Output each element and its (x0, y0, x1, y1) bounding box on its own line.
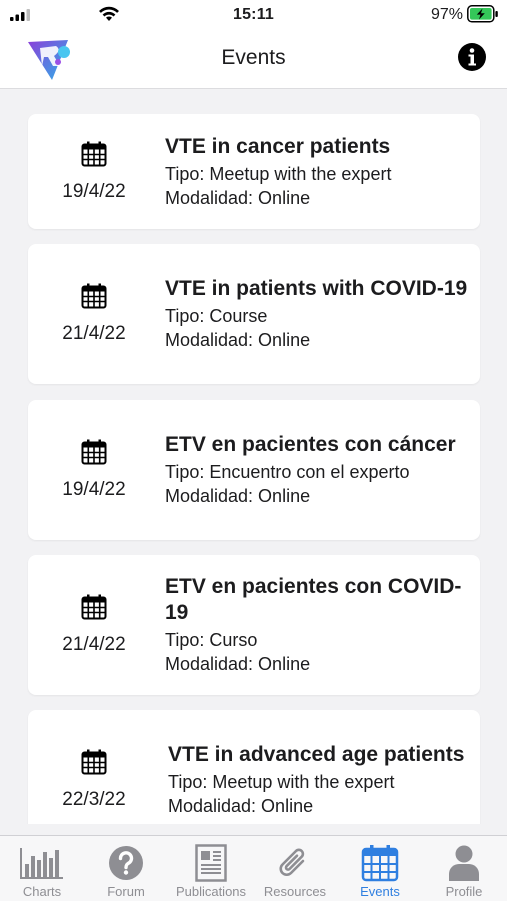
event-mode: Modalidad: Online (165, 330, 311, 350)
event-date: 19/4/22 (62, 479, 126, 500)
event-date-column: 19/4/22 (28, 114, 160, 229)
navigation-bar: Events (0, 32, 507, 89)
tab-label: Events (360, 884, 400, 899)
calendar-icon (81, 594, 107, 620)
event-type: Tipo: Course (165, 306, 268, 326)
calendar-icon (81, 141, 107, 166)
event-date: 22/3/22 (62, 789, 126, 810)
tab-charts[interactable]: Charts (0, 836, 84, 901)
event-mode: Modalidad: Online (165, 187, 311, 208)
event-title: ETV en pacientes con cáncer (165, 433, 456, 456)
battery-percentage: 97% (430, 6, 463, 23)
event-title: VTE in patients with COVID-19 (165, 277, 468, 300)
events-list[interactable]: 19/4/22 VTE in cancer patients Tipo: Mee… (0, 89, 507, 824)
event-card[interactable]: 21/4/22 ETV en pacientes con COVID-19 Ti… (28, 555, 480, 695)
paperclip-icon (279, 848, 305, 876)
tab-label: Publications (175, 884, 247, 899)
event-info: VTE in advanced age patients Tipo: Meetu… (168, 710, 472, 824)
event-date: 21/4/22 (62, 323, 126, 344)
event-date-column: 21/4/22 (28, 555, 160, 695)
event-type: Tipo: Meetup with the expert (168, 772, 395, 792)
tab-events[interactable]: Events (338, 836, 422, 901)
calendar-icon (361, 845, 399, 882)
event-info: VTE in patients with COVID-19 Tipo: Cour… (165, 244, 472, 384)
event-type: Tipo: Curso (165, 630, 258, 650)
event-info: VTE in cancer patients Tipo: Meetup with… (165, 114, 472, 229)
tab-label: Charts (22, 884, 62, 899)
question-icon (109, 846, 143, 880)
info-icon[interactable] (457, 42, 487, 72)
event-mode: Modalidad: Online (165, 654, 311, 674)
event-date: 19/4/22 (62, 180, 126, 202)
status-bar: 15:11 97% (0, 0, 507, 32)
event-type: Tipo: Encuentro con el experto (165, 462, 410, 482)
event-date-column: 21/4/22 (28, 244, 160, 384)
event-title: VTE in advanced age patients (168, 743, 465, 766)
event-card[interactable]: 22/3/22 VTE in advanced age patients Tip… (28, 710, 480, 824)
tab-resources[interactable]: Resources (253, 836, 337, 901)
document-icon (195, 844, 227, 882)
event-title: VTE in cancer patients (165, 134, 391, 158)
tab-label: Forum (107, 884, 145, 899)
event-date: 21/4/22 (62, 634, 126, 655)
event-card[interactable]: 19/4/22 ETV en pacientes con cáncer Tipo… (28, 400, 480, 540)
event-mode: Modalidad: Online (165, 486, 311, 506)
tab-profile[interactable]: Profile (422, 836, 506, 901)
event-title: ETV en pacientes con COVID-19 (165, 575, 462, 624)
calendar-icon (81, 749, 107, 775)
event-info: ETV en pacientes con COVID-19 Tipo: Curs… (165, 555, 472, 695)
event-card[interactable]: 19/4/22 VTE in cancer patients Tipo: Mee… (28, 114, 480, 229)
tab-label: Profile (445, 884, 483, 899)
tab-label: Resources (263, 884, 327, 899)
page-title: Events (221, 46, 286, 69)
event-type: Tipo: Meetup with the expert (165, 163, 392, 184)
bar-chart-icon (20, 848, 63, 879)
event-date-column: 22/3/22 (28, 710, 160, 824)
event-card[interactable]: 21/4/22 VTE in patients with COVID-19 Ti… (28, 244, 480, 384)
event-info: ETV en pacientes con cáncer Tipo: Encuen… (165, 400, 472, 540)
event-date-column: 19/4/22 (28, 400, 160, 540)
tab-bar: Charts Forum Publications Resources Even… (0, 835, 507, 901)
battery-charging-icon (467, 5, 498, 23)
calendar-icon (81, 439, 107, 465)
tab-publications[interactable]: Publications (169, 836, 253, 901)
event-mode: Modalidad: Online (168, 796, 314, 816)
calendar-icon (81, 283, 107, 309)
person-icon (449, 845, 479, 881)
tab-forum[interactable]: Forum (84, 836, 168, 901)
